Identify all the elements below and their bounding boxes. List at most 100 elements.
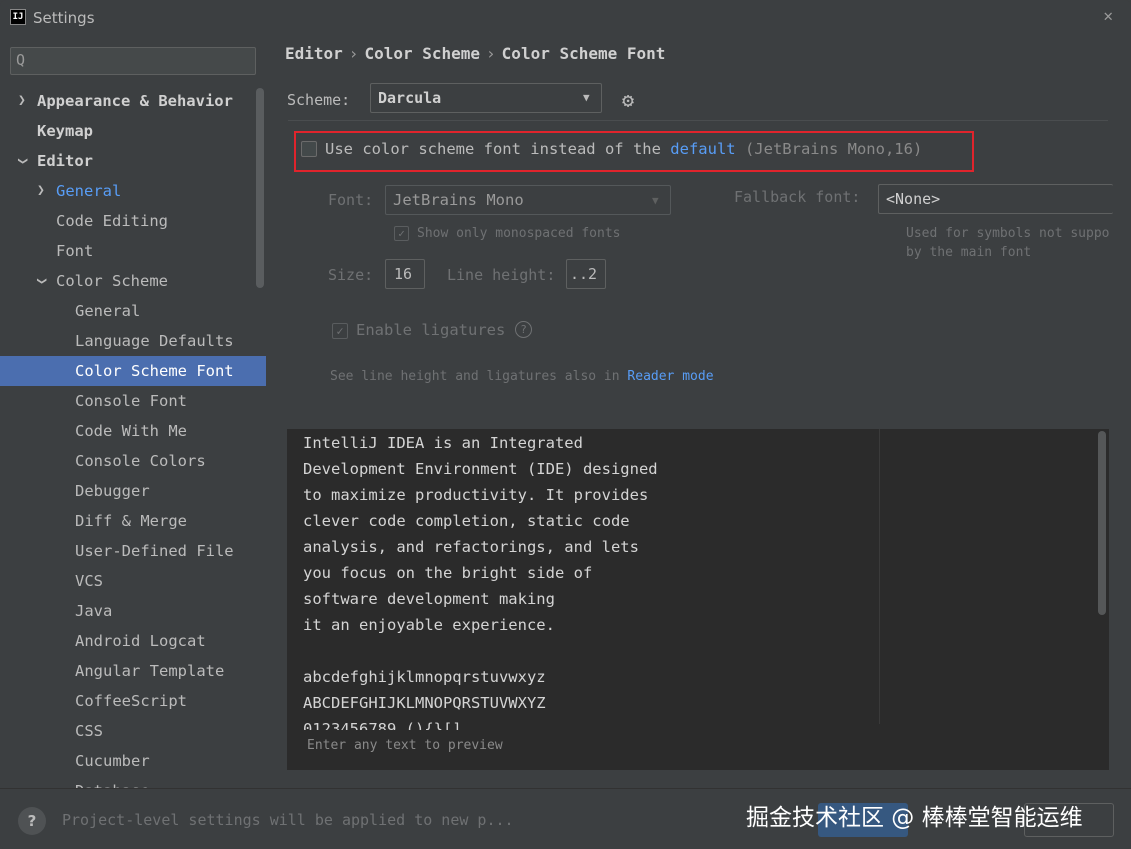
tree-item-label: Keymap bbox=[37, 122, 93, 140]
reader-mode-note: See line height and ligatures also in Re… bbox=[330, 369, 714, 384]
tree-item-color-scheme-font[interactable]: Color Scheme Font bbox=[0, 356, 266, 386]
tree-item-label: General bbox=[75, 302, 141, 320]
tree-item-appearance-behavior[interactable]: ❯ Appearance & Behavior bbox=[0, 86, 266, 116]
tree-item-code-editing[interactable]: Code Editing bbox=[0, 206, 266, 236]
tree-item-color-scheme-general[interactable]: General bbox=[0, 296, 266, 326]
tree-item-database[interactable]: Database bbox=[0, 776, 266, 788]
preview-line: software development making bbox=[303, 590, 555, 608]
font-dropdown[interactable]: JetBrains Mono ▼ bbox=[385, 185, 671, 215]
default-font-value: (JetBrains Mono,16) bbox=[744, 140, 923, 158]
use-scheme-font-label: Use color scheme font instead of the def… bbox=[325, 140, 922, 158]
line-height-input[interactable]: ..2 bbox=[566, 259, 606, 289]
enable-ligatures-checkbox[interactable]: ✓ bbox=[332, 323, 348, 339]
breadcrumb-item-editor[interactable]: Editor bbox=[285, 44, 343, 63]
fallback-hint-line: Used for symbols not suppor bbox=[906, 226, 1111, 241]
title-bar: IJ Settings ✕ bbox=[0, 0, 1131, 36]
tree-item-general[interactable]: ❯ General bbox=[0, 176, 266, 206]
tree-item-label: Color Scheme Font bbox=[75, 362, 234, 380]
reader-mode-note-text: See line height and ligatures also in bbox=[330, 369, 620, 384]
chevron-down-icon: ❯ bbox=[33, 277, 49, 285]
tree-item-language-defaults[interactable]: Language Defaults bbox=[0, 326, 266, 356]
preview-scrollbar[interactable] bbox=[1098, 431, 1106, 615]
dropdown-arrow-icon: ▼ bbox=[652, 194, 659, 207]
tree-item-cucumber[interactable]: Cucumber bbox=[0, 746, 266, 776]
preview-line: to maximize productivity. It provides bbox=[303, 486, 649, 504]
default-font-link[interactable]: default bbox=[670, 140, 735, 158]
question-mark-icon[interactable]: ? bbox=[515, 321, 532, 338]
tree-item-diff-merge[interactable]: Diff & Merge bbox=[0, 506, 266, 536]
tree-item-label: Language Defaults bbox=[75, 332, 234, 350]
font-preview-editor[interactable]: IntelliJ IDEA is an Integrated Developme… bbox=[287, 429, 1109, 770]
font-label: Font: bbox=[328, 191, 374, 209]
use-scheme-font-checkbox[interactable] bbox=[301, 141, 317, 157]
preview-line: clever code completion, static code bbox=[303, 512, 630, 530]
fallback-font-hint: Used for symbols not suppor by the main … bbox=[906, 224, 1111, 262]
tree-item-coffeescript[interactable]: CoffeeScript bbox=[0, 686, 266, 716]
line-height-value: ..2 bbox=[570, 265, 598, 283]
tree-item-label: Java bbox=[75, 602, 113, 620]
tree-item-code-with-me[interactable]: Code With Me bbox=[0, 416, 266, 446]
right-margin-guide bbox=[879, 429, 880, 724]
tree-item-keymap[interactable]: Keymap bbox=[0, 116, 266, 146]
tree-item-android-logcat[interactable]: Android Logcat bbox=[0, 626, 266, 656]
settings-window: IJ Settings ✕ Q ❯ Appearance & Behavior … bbox=[0, 0, 1131, 849]
tree-item-label: Cucumber bbox=[75, 752, 150, 770]
size-label: Size: bbox=[328, 266, 374, 284]
tree-item-label: Color Scheme bbox=[56, 272, 168, 290]
tree-item-java[interactable]: Java bbox=[0, 596, 266, 626]
tree-item-label: Code With Me bbox=[75, 422, 187, 440]
tree-item-angular-template[interactable]: Angular Template bbox=[0, 656, 266, 686]
tree-item-css[interactable]: CSS bbox=[0, 716, 266, 746]
dialog-footer: ? Project-level settings will be applied… bbox=[0, 788, 1131, 849]
tree-item-label: Console Colors bbox=[75, 452, 206, 470]
breadcrumb-separator-icon: › bbox=[486, 44, 496, 63]
size-value: 16 bbox=[394, 265, 413, 283]
tree-item-label: Angular Template bbox=[75, 662, 225, 680]
tree-item-label: VCS bbox=[75, 572, 103, 590]
help-button[interactable]: ? bbox=[18, 807, 46, 835]
scheme-dropdown-value: Darcula bbox=[378, 89, 442, 107]
settings-search-input[interactable] bbox=[37, 51, 253, 73]
tree-item-editor[interactable]: ❯ Editor bbox=[0, 146, 266, 176]
preview-line: analysis, and refactorings, and lets bbox=[303, 538, 639, 556]
chevron-right-icon: ❯ bbox=[18, 93, 26, 108]
breadcrumb-separator-icon: › bbox=[348, 44, 359, 63]
tree-item-label: Diff & Merge bbox=[75, 512, 187, 530]
gear-icon[interactable]: ⚙ bbox=[622, 88, 634, 112]
dropdown-arrow-icon: ▼ bbox=[583, 91, 590, 104]
monospaced-only-checkbox[interactable]: ✓ bbox=[394, 226, 409, 241]
project-level-note: Project-level settings will be applied t… bbox=[62, 811, 514, 829]
tree-item-label: Android Logcat bbox=[75, 632, 206, 650]
breadcrumb-item-color-scheme[interactable]: Color Scheme bbox=[364, 44, 480, 63]
breadcrumb: Editor › Color Scheme › Color Scheme Font bbox=[285, 44, 665, 63]
tree-item-label: CSS bbox=[75, 722, 103, 740]
tree-item-label: Debugger bbox=[75, 482, 150, 500]
scheme-dropdown[interactable]: Darcula ▼ bbox=[370, 83, 602, 113]
tree-item-label: User-Defined File bbox=[75, 542, 234, 560]
close-icon[interactable]: ✕ bbox=[1103, 6, 1113, 25]
tree-item-console-font[interactable]: Console Font bbox=[0, 386, 266, 416]
tree-item-console-colors[interactable]: Console Colors bbox=[0, 446, 266, 476]
tree-item-debugger[interactable]: Debugger bbox=[0, 476, 266, 506]
breadcrumb-item-color-scheme-font: Color Scheme Font bbox=[501, 44, 666, 63]
tree-item-label: Font bbox=[56, 242, 94, 260]
preview-line: abcdefghijklmnopqrstuvwxyz bbox=[303, 668, 546, 686]
tree-item-user-defined-file[interactable]: User-Defined File bbox=[0, 536, 266, 566]
reader-mode-link[interactable]: Reader mode bbox=[627, 369, 713, 384]
settings-search-box[interactable]: Q bbox=[10, 47, 256, 75]
tree-item-label: Editor bbox=[37, 152, 93, 170]
tree-item-label: Console Font bbox=[75, 392, 187, 410]
fallback-font-label: Fallback font: bbox=[734, 188, 861, 206]
tree-item-vcs[interactable]: VCS bbox=[0, 566, 266, 596]
tree-item-font[interactable]: Font bbox=[0, 236, 266, 266]
preview-line: it an enjoyable experience. bbox=[303, 616, 555, 634]
sidebar-scrollbar[interactable] bbox=[256, 88, 264, 288]
tree-item-label: CoffeeScript bbox=[75, 692, 187, 710]
tree-item-color-scheme[interactable]: ❯ Color Scheme bbox=[0, 266, 266, 296]
fallback-hint-line: by the main font bbox=[906, 245, 1032, 260]
preview-line: you focus on the bright side of bbox=[303, 564, 593, 582]
window-title: Settings bbox=[33, 9, 95, 27]
size-input[interactable]: 16 bbox=[385, 259, 425, 289]
settings-sidebar: Q ❯ Appearance & Behavior Keymap ❯ Edito… bbox=[0, 36, 270, 788]
fallback-font-dropdown[interactable]: <None> bbox=[878, 184, 1113, 214]
